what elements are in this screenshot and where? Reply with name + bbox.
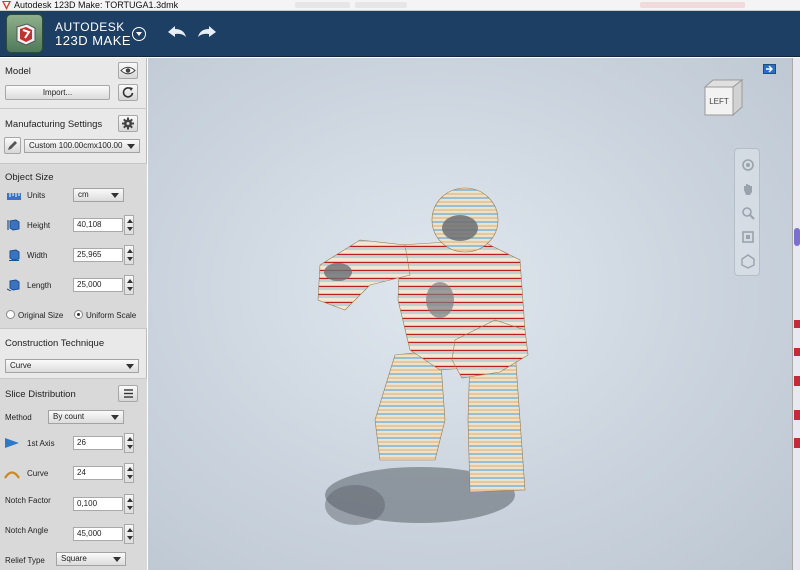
- navigation-toolbar: [734, 148, 760, 276]
- notch-angle-stepper[interactable]: [124, 524, 134, 544]
- chest-opening: [426, 282, 454, 318]
- pan-hand-icon[interactable]: [740, 181, 756, 197]
- width-label: Width: [27, 251, 48, 260]
- relief-type-select[interactable]: Square: [56, 552, 126, 566]
- strip-mark: [794, 320, 800, 328]
- slice-list-button[interactable]: [118, 385, 138, 402]
- window-titlebar: Autodesk 123D Make: TORTUGA1.3dmk: [0, 0, 800, 11]
- import-button[interactable]: Import...: [5, 85, 110, 100]
- settings-panel: Model Import... Manufacturing Settings C…: [0, 58, 147, 570]
- sliced-model[interactable]: [148, 58, 792, 570]
- model-section: Model Import...: [0, 58, 147, 108]
- refresh-icon: [122, 87, 134, 98]
- length-stepper[interactable]: [124, 275, 134, 295]
- height-stepper[interactable]: [124, 215, 134, 235]
- curve-label: Curve: [27, 469, 49, 478]
- refresh-button[interactable]: [118, 84, 138, 101]
- notch-angle-input[interactable]: 45,000: [73, 527, 123, 541]
- app-logo[interactable]: [6, 14, 43, 53]
- width-stepper[interactable]: [124, 245, 134, 265]
- units-select[interactable]: cm: [73, 188, 124, 202]
- side-window-strip: [792, 58, 800, 570]
- model-shadow-far: [325, 485, 385, 525]
- manufacturing-section: Manufacturing Settings Custom 100.00cmx1…: [0, 108, 147, 163]
- redo-icon[interactable]: [196, 25, 218, 39]
- home-view-icon[interactable]: [740, 253, 756, 269]
- manufacturing-preset-select[interactable]: Custom 100.00cmx100.00: [24, 139, 140, 153]
- view-navcube[interactable]: LEFT: [700, 75, 752, 121]
- strip-mark: [794, 410, 800, 420]
- undo-icon[interactable]: [166, 25, 188, 39]
- uniform-scale-radio[interactable]: [74, 310, 83, 319]
- zoom-icon[interactable]: [740, 205, 756, 221]
- gear-icon: [122, 117, 134, 130]
- app-menu-button[interactable]: [132, 27, 146, 41]
- curve-input[interactable]: 24: [73, 466, 123, 480]
- axis1-stepper[interactable]: [124, 433, 134, 453]
- units-ruler-icon: [7, 193, 21, 200]
- titlebar-ghost-text: [295, 2, 350, 8]
- strip-mark: [794, 376, 800, 386]
- units-label: Units: [27, 191, 46, 200]
- navcube-face-label: LEFT: [709, 97, 729, 106]
- brand-product: 123D MAKE: [55, 33, 132, 48]
- view-model-button[interactable]: [118, 62, 138, 79]
- notch-angle-label: Notch Angle: [5, 526, 49, 535]
- relief-type-label: Relief Type: [5, 556, 45, 565]
- height-label: Height: [27, 221, 51, 230]
- notch-factor-input[interactable]: 0,100: [73, 497, 123, 511]
- notch-factor-stepper[interactable]: [124, 494, 134, 514]
- manufacturing-settings-button[interactable]: [118, 115, 138, 132]
- app-header: AUTODESK 123D MAKE: [0, 11, 800, 57]
- manufacturing-title: Manufacturing Settings: [5, 119, 103, 130]
- axis1-input[interactable]: 26: [73, 436, 123, 450]
- length-cube-icon: [6, 279, 20, 291]
- arrow-right-icon: [766, 65, 773, 73]
- edit-preset-button[interactable]: [4, 137, 21, 154]
- construction-title: Construction Technique: [5, 338, 105, 349]
- panel-toggle-button[interactable]: [763, 64, 776, 74]
- curve-stepper[interactable]: [124, 463, 134, 483]
- window-title: Autodesk 123D Make: TORTUGA1.3dmk: [14, 0, 179, 10]
- height-input[interactable]: 40,108: [73, 218, 123, 232]
- orbit-icon[interactable]: [740, 157, 756, 173]
- slice-distribution-title: Slice Distribution: [5, 389, 76, 400]
- titlebar-ghost-text: [355, 2, 407, 8]
- width-input[interactable]: 25,965: [73, 248, 123, 262]
- method-label: Method: [5, 413, 32, 422]
- eye-icon: [120, 66, 136, 75]
- uniform-scale-label: Uniform Scale: [86, 311, 137, 320]
- length-label: Length: [27, 281, 52, 290]
- titlebar-ghost-text: [640, 2, 745, 8]
- construction-technique-select[interactable]: Curve: [5, 359, 139, 373]
- original-size-label: Original Size: [18, 311, 64, 320]
- width-cube-icon: [9, 249, 20, 261]
- 3d-viewport[interactable]: LEFT: [148, 58, 792, 570]
- strip-mark: [794, 348, 800, 356]
- slice-distribution-section: Slice Distribution Method By count 1st A…: [0, 378, 147, 570]
- construction-section: Construction Technique Curve: [0, 328, 147, 378]
- strip-mark: [794, 438, 800, 448]
- object-size-title: Object Size: [5, 172, 54, 183]
- list-icon: [124, 389, 133, 398]
- app-icon: [2, 1, 11, 10]
- head-face: [442, 215, 478, 241]
- notch-factor-label: Notch Factor: [5, 496, 51, 505]
- axis-arrow-icon: [5, 438, 19, 448]
- fit-view-icon[interactable]: [740, 229, 756, 245]
- brand-autodesk: AUTODESK: [55, 20, 125, 34]
- original-size-radio[interactable]: [6, 310, 15, 319]
- length-input[interactable]: 25,000: [73, 278, 123, 292]
- logo-cube-icon: [16, 23, 36, 46]
- model-title: Model: [5, 66, 31, 77]
- object-size-section: Object Size Units cm Height 40,108 Width…: [0, 163, 147, 328]
- method-select[interactable]: By count: [48, 410, 124, 424]
- height-cube-icon: [7, 219, 20, 231]
- axis1-label: 1st Axis: [27, 439, 55, 448]
- pencil-icon: [8, 141, 17, 150]
- strip-mark: [794, 228, 800, 246]
- left-hand-shadow: [324, 263, 352, 281]
- curve-arc-icon: [4, 471, 20, 479]
